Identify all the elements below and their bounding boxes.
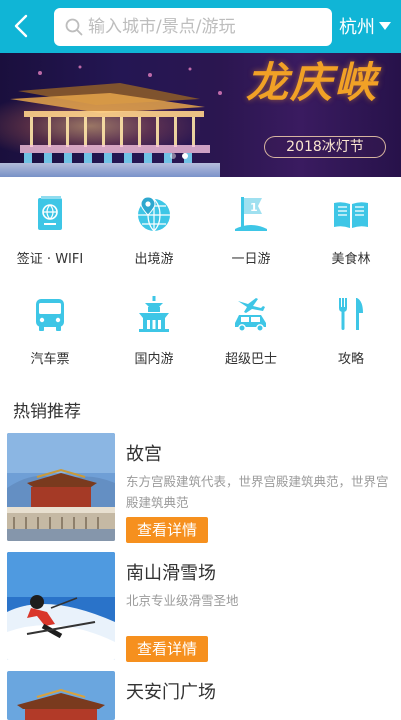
top-bar: 杭州 bbox=[0, 0, 401, 53]
tiananmen-thumbnail bbox=[7, 671, 115, 720]
fork-knife-icon bbox=[339, 298, 363, 330]
globe-location-icon bbox=[138, 196, 170, 232]
forbidden-city-image bbox=[7, 433, 115, 541]
open-book-icon bbox=[334, 202, 368, 228]
city-selector[interactable]: 杭州 bbox=[339, 12, 391, 40]
carousel-dots bbox=[170, 153, 188, 159]
ice-lantern-scene-image bbox=[10, 65, 222, 163]
product-description: 东方宫殿建筑代表，世界宫殿建筑典范，世界宫殿建筑典范 bbox=[126, 474, 389, 510]
product-card[interactable]: 天安门广场 bbox=[0, 671, 401, 720]
product-card[interactable]: 南山滑雪场 北京专业级滑雪圣地 查看详情 bbox=[0, 552, 401, 670]
search-icon bbox=[65, 18, 83, 36]
view-details-button[interactable]: 查看详情 bbox=[126, 636, 208, 662]
category-outbound[interactable]: 出境游 bbox=[104, 188, 204, 278]
snow-ground bbox=[0, 163, 220, 177]
product-name: 天安门广场 bbox=[126, 682, 216, 703]
section-title: 热销推荐 bbox=[13, 402, 81, 422]
banner-title: 龙庆峡 bbox=[246, 58, 379, 107]
category-super-bus[interactable]: 超级巴士 bbox=[201, 288, 301, 378]
carousel-dot-active[interactable] bbox=[182, 153, 188, 159]
view-details-button[interactable]: 查看详情 bbox=[126, 517, 208, 543]
search-input[interactable] bbox=[88, 12, 323, 42]
category-label: 签证 · WIFI bbox=[16, 252, 84, 267]
tiananmen-image bbox=[7, 671, 115, 720]
bus-icon bbox=[36, 299, 64, 331]
caret-down-icon bbox=[379, 22, 391, 30]
plane-car-icon bbox=[235, 298, 266, 332]
chevron-left-icon bbox=[14, 14, 28, 38]
svg-text:1: 1 bbox=[250, 201, 258, 214]
promo-banner[interactable]: 龙庆峡 2018冰灯节 bbox=[0, 53, 401, 177]
product-description: 北京专业级滑雪圣地 bbox=[126, 593, 239, 608]
category-domestic[interactable]: 国内游 bbox=[104, 288, 204, 378]
carousel-dot[interactable] bbox=[170, 153, 176, 159]
flag-one-icon: 1 bbox=[235, 197, 267, 231]
category-day-trip[interactable]: 1 一日游 bbox=[201, 188, 301, 278]
search-box[interactable] bbox=[54, 8, 332, 46]
category-guide[interactable]: 攻略 bbox=[301, 288, 401, 378]
product-name: 故宫 bbox=[126, 444, 162, 465]
category-bus-ticket[interactable]: 汽车票 bbox=[0, 288, 100, 378]
forbidden-city-thumbnail bbox=[7, 433, 115, 541]
banner-tag: 2018冰灯节 bbox=[264, 136, 386, 158]
visa-passport-icon bbox=[38, 196, 62, 230]
category-visa-wifi[interactable]: 签证 · WIFI bbox=[0, 188, 100, 278]
category-label: 汽车票 bbox=[30, 352, 70, 367]
category-label: 出境游 bbox=[134, 252, 174, 267]
category-label: 攻略 bbox=[337, 352, 364, 367]
skier-image bbox=[7, 552, 115, 660]
back-button[interactable] bbox=[10, 12, 34, 40]
category-label: 超级巴士 bbox=[224, 352, 277, 367]
product-name: 南山滑雪场 bbox=[126, 563, 216, 584]
category-food[interactable]: 美食林 bbox=[301, 188, 401, 278]
ski-resort-thumbnail bbox=[7, 552, 115, 660]
city-label: 杭州 bbox=[339, 17, 375, 38]
product-card[interactable]: 故宫 东方宫殿建筑代表，世界宫殿建筑典范，世界宫殿建筑典范 查看详情 bbox=[0, 433, 401, 551]
category-label: 国内游 bbox=[134, 352, 174, 367]
category-label: 一日游 bbox=[231, 252, 271, 267]
temple-icon bbox=[139, 296, 169, 332]
category-label: 美食林 bbox=[331, 252, 371, 267]
